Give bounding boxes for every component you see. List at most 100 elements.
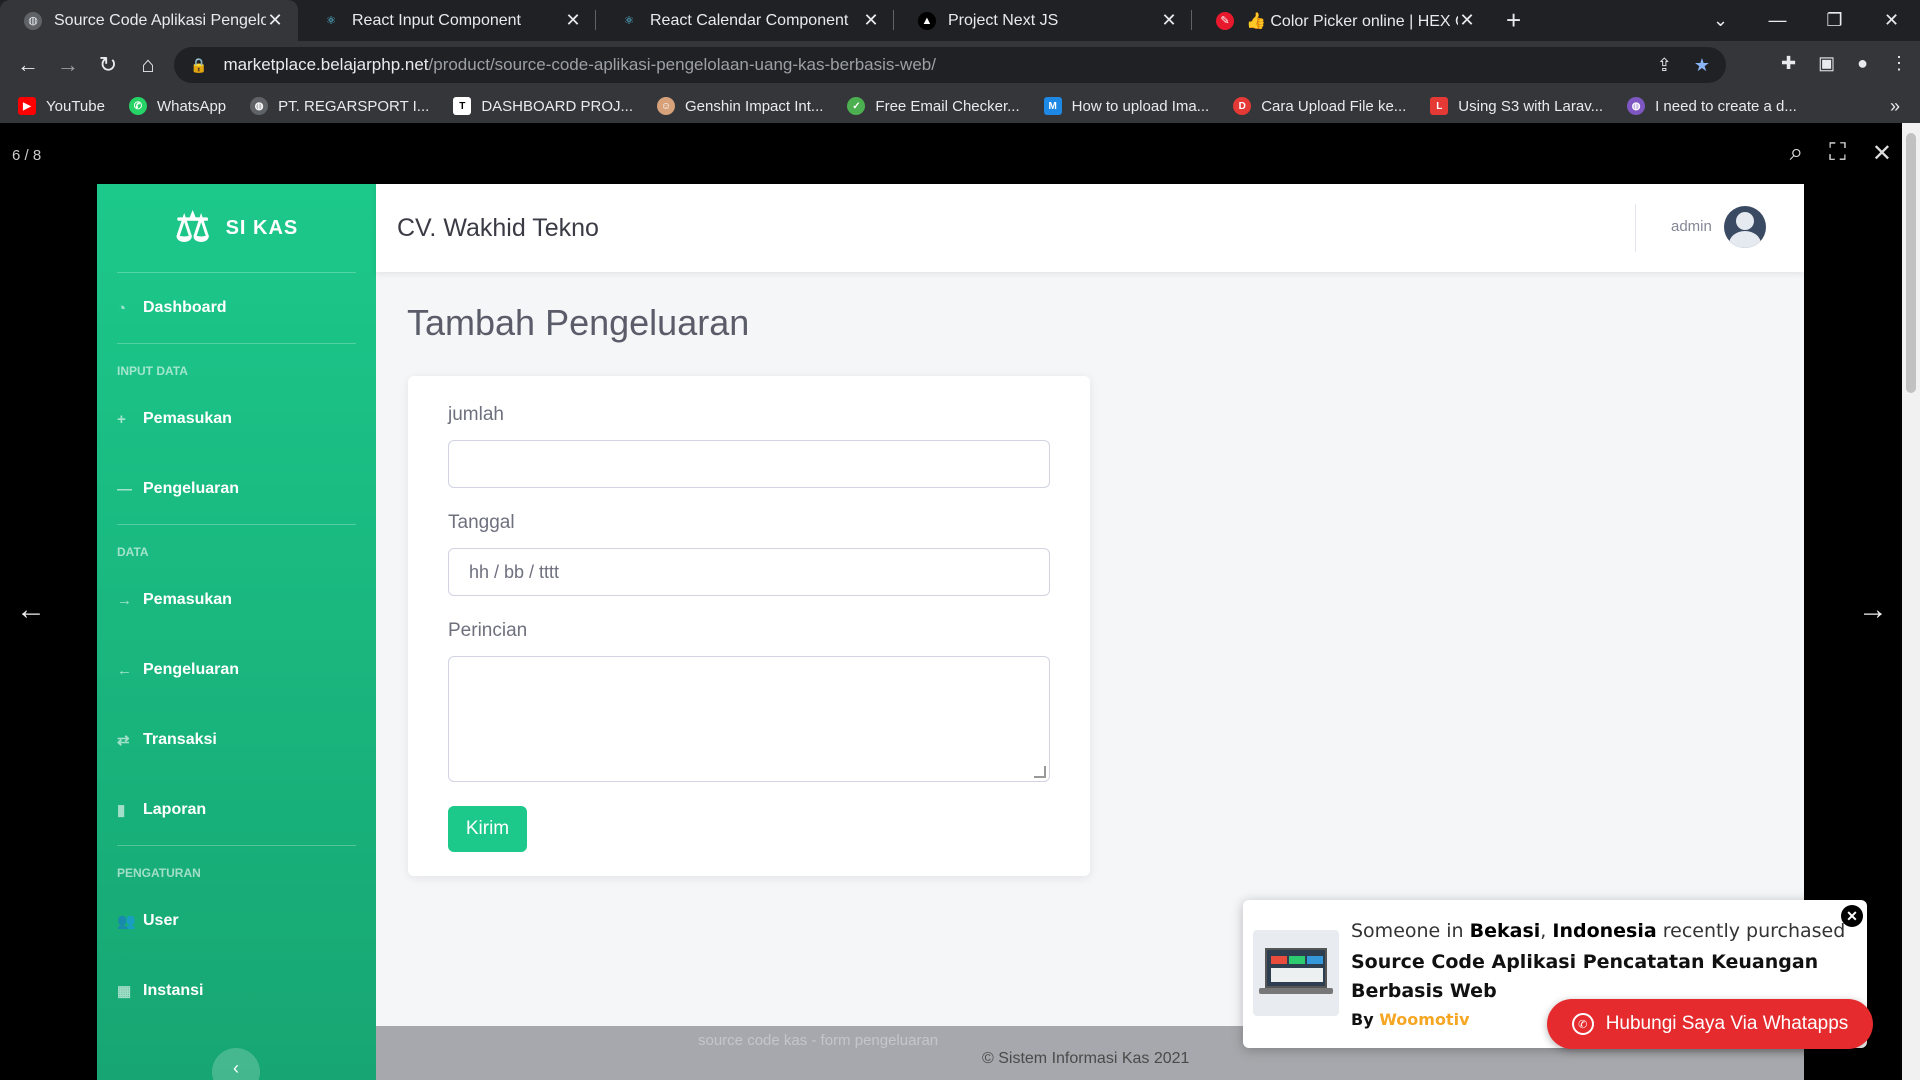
tab-close-icon[interactable]: ✕ [1160,10,1178,31]
tab-close-icon[interactable]: ✕ [564,10,582,31]
globe-icon: ◍ [24,11,42,30]
lock-icon[interactable]: 🔒 [190,57,207,74]
bookmark-upload-image[interactable]: M How to upload Ima... [1043,97,1209,115]
browser-tab[interactable]: ▲ Project Next JS ✕ [894,0,1192,41]
profile-icon[interactable]: ● [1857,53,1868,74]
bookmark-star-icon[interactable]: ★ [1694,55,1710,76]
scrollbar-thumb[interactable] [1906,133,1916,393]
sidebar-item-transaksi[interactable]: ⇄ Transaksi [97,705,376,775]
bookmark-whatsapp[interactable]: ✆ WhatsApp [128,97,226,115]
close-icon[interactable]: ✕ [1841,905,1863,927]
browser-tab[interactable]: ⚛ React Input Component ✕ [298,0,596,41]
tab-close-icon[interactable]: ✕ [1458,10,1476,31]
dw-icon: D [1233,97,1252,115]
page-title: Tambah Pengeluaran [407,302,750,343]
forward-icon[interactable]: → [48,52,88,78]
bookmark-genshin[interactable]: ☺ Genshin Impact Int... [657,97,823,115]
bookmark-create[interactable]: ◍ I need to create a d... [1627,97,1797,115]
bookmark-email-checker[interactable]: ✓ Free Email Checker... [847,97,1020,115]
share-icon[interactable]: ⇪ [1657,55,1672,76]
sidebar-item-input-pengeluaran[interactable]: — Pengeluaran [97,454,376,524]
more-bookmarks-icon[interactable]: » [1890,96,1900,117]
next-arrow-icon[interactable]: → [1858,593,1888,627]
bookmark-upload-file[interactable]: D Cara Upload File ke... [1233,97,1406,115]
product-thumbnail [1253,930,1339,1016]
color-picker-icon: ✎ [1216,11,1234,30]
reload-icon[interactable]: ↻ [88,52,128,78]
browser-tab[interactable]: ◍ Source Code Aplikasi Pengelolaan ✕ [0,0,298,41]
bookmark-regarsport[interactable]: ◍ PT. REGARSPORT I... [250,97,429,115]
bookmark-s3-laravel[interactable]: L Using S3 with Larav... [1430,97,1603,115]
minimize-icon[interactable]: — [1749,0,1806,41]
whatsapp-contact-button[interactable]: ✆ Hubungi Saya Via Whatapps [1547,999,1873,1049]
sidebar-item-data-pemasukan[interactable]: → Pemasukan [97,565,376,635]
sidebar-item-user[interactable]: 👥 User [97,886,376,956]
resize-handle-icon[interactable] [1034,766,1046,778]
back-icon[interactable]: ← [8,52,48,78]
window-close-icon[interactable]: ✕ [1863,0,1920,41]
url-path: /product/source-code-aplikasi-pengelolaa… [428,55,936,74]
perincian-textarea[interactable] [448,656,1050,782]
check-icon: ✓ [847,97,866,115]
jumlah-label: jumlah [448,404,504,425]
file-icon: ▮ [117,802,126,819]
bookmark-dashboard[interactable]: T DASHBOARD PROJ... [453,97,633,115]
user-name[interactable]: admin [1671,218,1712,235]
side-panel-icon[interactable]: ▣ [1818,53,1835,74]
sidebar-item-laporan[interactable]: ▮ Laporan [97,775,376,845]
fullscreen-icon[interactable]: ⛶ [1829,139,1846,168]
product-name[interactable]: Source Code Aplikasi Pencatatan Keuangan… [1351,948,1821,1006]
browser-tab-bar: ◍ Source Code Aplikasi Pengelolaan ✕ ⚛ R… [0,0,1920,41]
address-bar[interactable]: 🔒 marketplace.belajarphp.net/product/sou… [174,47,1726,83]
page-icon: T [453,97,472,115]
ln-icon: L [1430,97,1449,115]
footer-caption: source code kas - form pengeluaran [698,1032,939,1049]
topbar: CV. Wakhid Tekno admin [376,184,1804,272]
brand[interactable]: ⚖ SI KAS [97,184,376,272]
author-credit: By Woomotiv [1351,1010,1470,1029]
perincian-label: Perincian [448,620,528,641]
new-tab-button[interactable]: + [1490,0,1537,41]
tab-title: React Input Component [352,11,521,29]
globe-icon: ◍ [1627,97,1646,115]
browser-tab[interactable]: ✎ 👍 Color Picker online | HEX Colo ✕ [1192,0,1490,41]
sidebar-toggle-button[interactable]: ‹ [212,1048,260,1080]
globe-icon: ◍ [250,97,269,115]
bookmark-youtube[interactable]: ▶ YouTube [18,97,105,115]
extensions-icon[interactable]: ✚ [1781,53,1796,74]
m-icon: M [1043,97,1062,115]
jumlah-field[interactable] [448,440,1050,488]
sidebar-item-data-pengeluaran[interactable]: ← Pengeluaran [97,635,376,705]
menu-icon[interactable]: ⋮ [1890,53,1908,74]
tab-title: Project Next JS [948,11,1059,29]
restore-icon[interactable]: ❐ [1806,0,1863,41]
previous-arrow-icon[interactable]: ← [16,593,46,627]
kirim-button[interactable]: Kirim [448,806,527,852]
genshin-icon: ☺ [657,97,676,115]
avatar[interactable] [1724,206,1766,248]
sidebar-item-instansi[interactable]: ▦ Instansi [97,956,376,1026]
arrow-left-icon: ← [117,661,132,679]
page-scrollbar[interactable] [1902,123,1920,1080]
footer-copyright: © Sistem Informasi Kas 2021 [982,1050,1190,1067]
image-counter: 6 / 8 [12,147,42,164]
sidebar-item-dashboard[interactable]: ◔ Dashboard [97,273,376,343]
company-name: CV. Wakhid Tekno [397,213,599,242]
close-icon[interactable]: ✕ [1872,139,1892,168]
building-icon: ▦ [117,983,132,1000]
home-icon[interactable]: ⌂ [128,52,168,78]
react-icon: ⚛ [624,15,634,27]
tab-close-icon[interactable]: ✕ [862,10,880,31]
sidebar-item-input-pemasukan[interactable]: + Pemasukan [97,384,376,454]
arrow-right-icon: → [117,591,132,609]
balance-scale-icon: ⚖ [174,206,212,250]
zoom-icon[interactable]: ⌕ [1790,139,1803,168]
browser-tab[interactable]: ⚛ React Calendar Component ✕ [596,0,894,41]
author-link[interactable]: Woomotiv [1379,1010,1469,1029]
whatsapp-button-label: Hubungi Saya Via Whatapps [1605,1013,1849,1034]
sidebar-heading: PENGATURAN [117,866,201,880]
tanggal-field[interactable]: hh / bb / tttt [448,548,1050,596]
react-icon: ⚛ [326,15,336,27]
tab-close-icon[interactable]: ✕ [266,10,284,31]
tab-search-icon[interactable]: ⌄ [1692,0,1749,41]
